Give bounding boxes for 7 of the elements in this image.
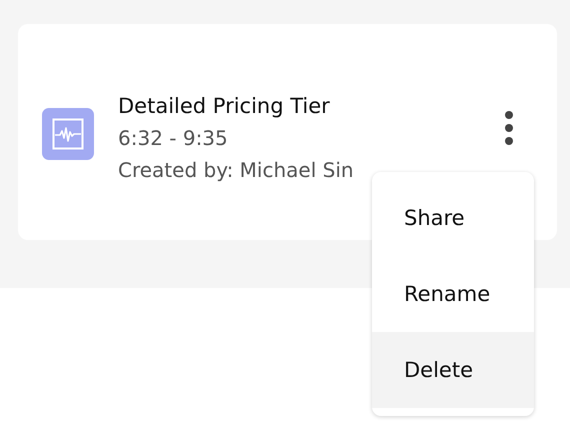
menu-item[interactable]: Rename xyxy=(372,256,534,332)
menu-item[interactable]: Share xyxy=(372,180,534,256)
waveform-icon xyxy=(42,108,94,160)
time-range: 6:32 - 9:35 xyxy=(118,125,229,152)
menu-item[interactable]: Delete xyxy=(372,332,534,408)
creator-text: Created by: Michael Sin xyxy=(118,157,355,184)
recording-title: Detailed Pricing Tier xyxy=(118,93,331,120)
